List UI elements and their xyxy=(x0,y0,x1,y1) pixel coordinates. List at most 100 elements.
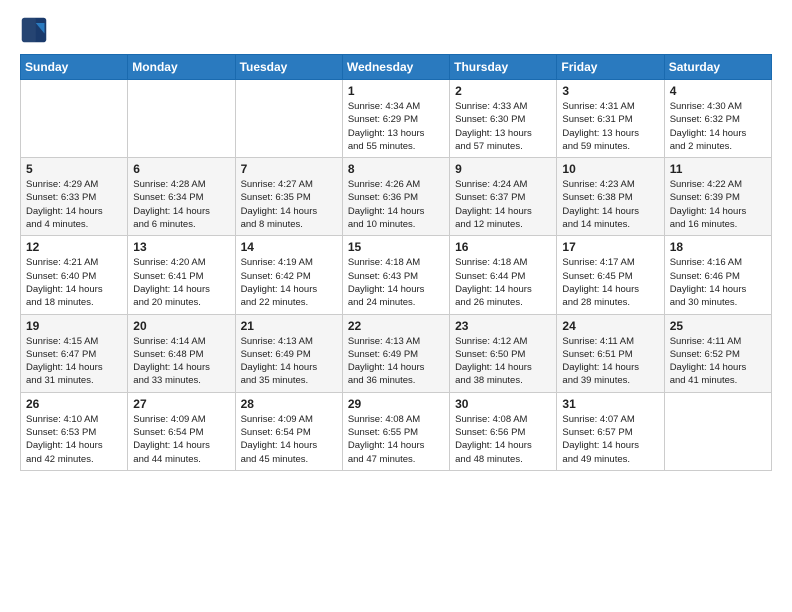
calendar-cell: 17 Sunrise: 4:17 AM Sunset: 6:45 PM Dayli… xyxy=(557,236,664,314)
day-info: Sunrise: 4:15 AM Sunset: 6:47 PM Dayligh… xyxy=(26,335,122,388)
day-info: Sunrise: 4:22 AM Sunset: 6:39 PM Dayligh… xyxy=(670,178,766,231)
calendar-week-row: 1Sunrise: 4:34 AM Sunset: 6:29 PM Daylig… xyxy=(21,80,772,158)
logo-icon xyxy=(20,16,48,44)
calendar-cell: 8Sunrise: 4:26 AM Sunset: 6:36 PM Daylig… xyxy=(342,158,449,236)
day-info: Sunrise: 4:13 AM Sunset: 6:49 PM Dayligh… xyxy=(241,335,337,388)
day-number: 9 xyxy=(455,162,551,176)
day-info: Sunrise: 4:19 AM Sunset: 6:42 PM Dayligh… xyxy=(241,256,337,309)
day-info: Sunrise: 4:08 AM Sunset: 6:56 PM Dayligh… xyxy=(455,413,551,466)
header xyxy=(20,16,772,44)
page: SundayMondayTuesdayWednesdayThursdayFrid… xyxy=(0,0,792,487)
day-info: Sunrise: 4:23 AM Sunset: 6:38 PM Dayligh… xyxy=(562,178,658,231)
day-info: Sunrise: 4:12 AM Sunset: 6:50 PM Dayligh… xyxy=(455,335,551,388)
day-number: 17 xyxy=(562,240,658,254)
day-info: Sunrise: 4:16 AM Sunset: 6:46 PM Dayligh… xyxy=(670,256,766,309)
calendar-cell: 20Sunrise: 4:14 AM Sunset: 6:48 PM Dayli… xyxy=(128,314,235,392)
day-number: 29 xyxy=(348,397,444,411)
calendar-cell: 30 Sunrise: 4:08 AM Sunset: 6:56 PM Dayli… xyxy=(450,392,557,470)
day-info: Sunrise: 4:21 AM Sunset: 6:40 PM Dayligh… xyxy=(26,256,122,309)
calendar-cell: 25 Sunrise: 4:11 AM Sunset: 6:52 PM Dayli… xyxy=(664,314,771,392)
calendar-cell: 4 Sunrise: 4:30 AM Sunset: 6:32 PM Daylig… xyxy=(664,80,771,158)
calendar-cell: 6 Sunrise: 4:28 AM Sunset: 6:34 PM Daylig… xyxy=(128,158,235,236)
calendar-cell: 31 Sunrise: 4:07 AM Sunset: 6:57 PM Dayli… xyxy=(557,392,664,470)
day-info: Sunrise: 4:13 AM Sunset: 6:49 PM Dayligh… xyxy=(348,335,444,388)
day-number: 7 xyxy=(241,162,337,176)
calendar-cell: 13Sunrise: 4:20 AM Sunset: 6:41 PM Dayli… xyxy=(128,236,235,314)
calendar-cell xyxy=(235,80,342,158)
calendar-cell: 14 Sunrise: 4:19 AM Sunset: 6:42 PM Dayli… xyxy=(235,236,342,314)
calendar-day-header: Tuesday xyxy=(235,55,342,80)
calendar-cell: 5 Sunrise: 4:29 AM Sunset: 6:33 PM Daylig… xyxy=(21,158,128,236)
day-info: Sunrise: 4:34 AM Sunset: 6:29 PM Dayligh… xyxy=(348,100,444,153)
calendar-day-header: Monday xyxy=(128,55,235,80)
calendar-week-row: 12Sunrise: 4:21 AM Sunset: 6:40 PM Dayli… xyxy=(21,236,772,314)
day-number: 13 xyxy=(133,240,229,254)
day-number: 25 xyxy=(670,319,766,333)
calendar-cell: 19 Sunrise: 4:15 AM Sunset: 6:47 PM Dayli… xyxy=(21,314,128,392)
day-number: 30 xyxy=(455,397,551,411)
calendar-week-row: 5 Sunrise: 4:29 AM Sunset: 6:33 PM Daylig… xyxy=(21,158,772,236)
day-info: Sunrise: 4:09 AM Sunset: 6:54 PM Dayligh… xyxy=(241,413,337,466)
day-number: 23 xyxy=(455,319,551,333)
day-number: 28 xyxy=(241,397,337,411)
calendar-cell: 21 Sunrise: 4:13 AM Sunset: 6:49 PM Dayli… xyxy=(235,314,342,392)
calendar-cell: 9 Sunrise: 4:24 AM Sunset: 6:37 PM Daylig… xyxy=(450,158,557,236)
day-number: 31 xyxy=(562,397,658,411)
calendar-cell: 7 Sunrise: 4:27 AM Sunset: 6:35 PM Daylig… xyxy=(235,158,342,236)
day-number: 14 xyxy=(241,240,337,254)
day-number: 18 xyxy=(670,240,766,254)
day-info: Sunrise: 4:18 AM Sunset: 6:44 PM Dayligh… xyxy=(455,256,551,309)
day-info: Sunrise: 4:24 AM Sunset: 6:37 PM Dayligh… xyxy=(455,178,551,231)
calendar-cell xyxy=(128,80,235,158)
day-number: 5 xyxy=(26,162,122,176)
day-info: Sunrise: 4:27 AM Sunset: 6:35 PM Dayligh… xyxy=(241,178,337,231)
calendar-cell: 15 Sunrise: 4:18 AM Sunset: 6:43 PM Dayli… xyxy=(342,236,449,314)
day-number: 24 xyxy=(562,319,658,333)
day-info: Sunrise: 4:33 AM Sunset: 6:30 PM Dayligh… xyxy=(455,100,551,153)
day-number: 20 xyxy=(133,319,229,333)
day-info: Sunrise: 4:17 AM Sunset: 6:45 PM Dayligh… xyxy=(562,256,658,309)
day-number: 16 xyxy=(455,240,551,254)
day-info: Sunrise: 4:18 AM Sunset: 6:43 PM Dayligh… xyxy=(348,256,444,309)
day-number: 11 xyxy=(670,162,766,176)
day-info: Sunrise: 4:30 AM Sunset: 6:32 PM Dayligh… xyxy=(670,100,766,153)
day-number: 6 xyxy=(133,162,229,176)
calendar-cell: 28 Sunrise: 4:09 AM Sunset: 6:54 PM Dayli… xyxy=(235,392,342,470)
day-info: Sunrise: 4:08 AM Sunset: 6:55 PM Dayligh… xyxy=(348,413,444,466)
calendar-cell: 23 Sunrise: 4:12 AM Sunset: 6:50 PM Dayli… xyxy=(450,314,557,392)
calendar: SundayMondayTuesdayWednesdayThursdayFrid… xyxy=(20,54,772,471)
calendar-cell: 24 Sunrise: 4:11 AM Sunset: 6:51 PM Dayli… xyxy=(557,314,664,392)
day-info: Sunrise: 4:10 AM Sunset: 6:53 PM Dayligh… xyxy=(26,413,122,466)
day-info: Sunrise: 4:28 AM Sunset: 6:34 PM Dayligh… xyxy=(133,178,229,231)
day-number: 27 xyxy=(133,397,229,411)
day-info: Sunrise: 4:29 AM Sunset: 6:33 PM Dayligh… xyxy=(26,178,122,231)
calendar-cell: 16 Sunrise: 4:18 AM Sunset: 6:44 PM Dayli… xyxy=(450,236,557,314)
day-number: 22 xyxy=(348,319,444,333)
calendar-week-row: 26 Sunrise: 4:10 AM Sunset: 6:53 PM Dayli… xyxy=(21,392,772,470)
calendar-header-row: SundayMondayTuesdayWednesdayThursdayFrid… xyxy=(21,55,772,80)
day-number: 21 xyxy=(241,319,337,333)
day-info: Sunrise: 4:11 AM Sunset: 6:52 PM Dayligh… xyxy=(670,335,766,388)
calendar-cell xyxy=(664,392,771,470)
calendar-cell: 12Sunrise: 4:21 AM Sunset: 6:40 PM Dayli… xyxy=(21,236,128,314)
calendar-cell: 1Sunrise: 4:34 AM Sunset: 6:29 PM Daylig… xyxy=(342,80,449,158)
day-number: 26 xyxy=(26,397,122,411)
day-number: 15 xyxy=(348,240,444,254)
calendar-day-header: Wednesday xyxy=(342,55,449,80)
calendar-day-header: Saturday xyxy=(664,55,771,80)
day-number: 3 xyxy=(562,84,658,98)
day-info: Sunrise: 4:07 AM Sunset: 6:57 PM Dayligh… xyxy=(562,413,658,466)
calendar-week-row: 19 Sunrise: 4:15 AM Sunset: 6:47 PM Dayli… xyxy=(21,314,772,392)
day-number: 10 xyxy=(562,162,658,176)
calendar-cell: 10 Sunrise: 4:23 AM Sunset: 6:38 PM Dayli… xyxy=(557,158,664,236)
day-number: 8 xyxy=(348,162,444,176)
calendar-cell: 27Sunrise: 4:09 AM Sunset: 6:54 PM Dayli… xyxy=(128,392,235,470)
calendar-cell: 22 Sunrise: 4:13 AM Sunset: 6:49 PM Dayli… xyxy=(342,314,449,392)
calendar-day-header: Thursday xyxy=(450,55,557,80)
day-info: Sunrise: 4:11 AM Sunset: 6:51 PM Dayligh… xyxy=(562,335,658,388)
day-number: 4 xyxy=(670,84,766,98)
day-number: 19 xyxy=(26,319,122,333)
calendar-cell: 26 Sunrise: 4:10 AM Sunset: 6:53 PM Dayli… xyxy=(21,392,128,470)
day-number: 2 xyxy=(455,84,551,98)
calendar-cell xyxy=(21,80,128,158)
